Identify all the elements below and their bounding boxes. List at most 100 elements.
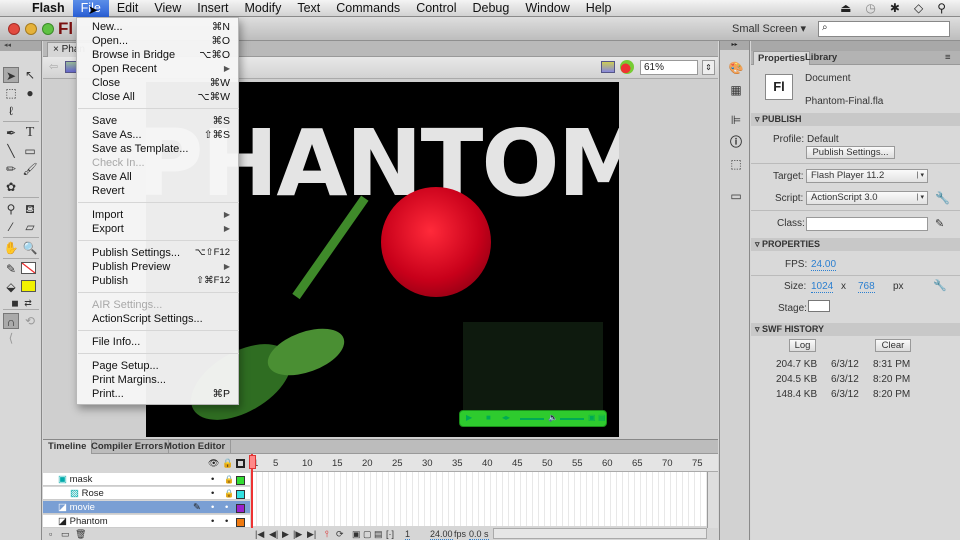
edit-scene-icon[interactable] — [601, 61, 615, 73]
current-frame-value[interactable]: 1 — [405, 529, 411, 540]
step-back-icon[interactable]: ◀| — [269, 529, 278, 540]
menu-item-save-as-template[interactable]: Save as Template... — [77, 142, 240, 156]
zoom-window-button[interactable] — [42, 23, 54, 35]
center-frame-icon[interactable]: ⫯ — [325, 529, 329, 540]
menu-item-open-recent[interactable]: Open Recent ▶ — [77, 62, 240, 76]
lock-all-icon[interactable]: 🔒 — [222, 458, 233, 469]
pencil-tool-icon[interactable]: ✏ — [3, 161, 19, 177]
frame-ruler[interactable]: 1 5 10 15 20 25 30 35 40 45 50 55 60 65 … — [251, 454, 718, 472]
components-panel-icon[interactable]: ▭ — [728, 189, 744, 203]
log-button[interactable]: Log — [789, 339, 816, 352]
timeline-vertical-scrollbar[interactable] — [707, 472, 718, 528]
layer-outline-color-swatch[interactable] — [236, 504, 245, 513]
video-controls-bar[interactable]: ▶ ■ ◂▸ 🔈 ▣ ▤ — [459, 410, 607, 427]
lock-icon[interactable]: 🔒 — [224, 473, 234, 486]
wifi-icon[interactable]: ◇ — [914, 1, 923, 15]
minimize-window-button[interactable] — [25, 23, 37, 35]
layer-outline-color-swatch[interactable] — [236, 518, 245, 527]
eyedropper-tool-icon[interactable]: ⁄ — [3, 219, 19, 235]
lock-dot[interactable]: • — [225, 501, 228, 514]
tab-timeline[interactable]: Timeline — [43, 440, 93, 454]
menu-edit[interactable]: Edit — [109, 0, 147, 17]
menu-text[interactable]: Text — [289, 0, 328, 17]
seek-bar[interactable] — [520, 418, 544, 420]
info-panel-icon[interactable]: ⓘ — [728, 135, 744, 149]
menu-item-browse-in-bridge[interactable]: Browse in Bridge ⌥⌘O — [77, 48, 240, 62]
playhead-handle[interactable] — [249, 455, 256, 469]
menu-view[interactable]: View — [146, 0, 189, 17]
lasso-tool-icon[interactable]: ℓ — [3, 103, 19, 119]
zoom-stepper-icon[interactable]: ⇕ — [702, 60, 715, 75]
visibility-dot[interactable]: • — [211, 473, 214, 486]
workspace-switcher[interactable]: Small Screen ▾ — [732, 22, 806, 35]
menu-item-print-margins[interactable]: Print Margins... — [77, 373, 240, 387]
menu-item-new[interactable]: New... ⌘N — [77, 20, 240, 34]
zoom-tool-icon[interactable]: 🔍 — [22, 240, 38, 256]
spotlight-icon[interactable]: ⚲ — [937, 1, 946, 15]
edit-symbols-icon[interactable] — [620, 60, 634, 74]
onion-skin-outlines-icon[interactable]: ▢ — [363, 529, 372, 540]
help-search-input[interactable]: ⌕ — [818, 21, 950, 37]
tab-library[interactable]: Library — [801, 51, 841, 65]
publish-section-header[interactable]: ▿ PUBLISH — [751, 113, 960, 126]
layer-row-selected[interactable]: ◪ movie ✎ • • — [43, 501, 250, 514]
video-player[interactable] — [463, 322, 603, 422]
edit-class-pencil-icon[interactable]: ✎ — [935, 217, 944, 230]
show-hide-all-eye-icon[interactable]: 👁 — [208, 458, 219, 469]
visibility-dot[interactable]: • — [211, 501, 214, 514]
fullscreen-icon[interactable]: ▣ — [588, 413, 596, 422]
menu-item-save-all[interactable]: Save All — [77, 170, 240, 184]
menu-item-publish-settings[interactable]: Publish Settings... ⌥⇧F12 — [77, 246, 240, 260]
publish-settings-button[interactable]: Publish Settings... — [806, 146, 895, 159]
swatches-panel-icon[interactable]: ▦ — [728, 83, 744, 97]
menu-item-save-as[interactable]: Save As... ⇧⌘S — [77, 128, 240, 142]
captions-icon[interactable]: ▤ — [598, 413, 606, 422]
loop-icon[interactable]: ⟳ — [336, 529, 344, 540]
new-layer-icon[interactable]: ▫ — [49, 529, 52, 539]
pen-tool-icon[interactable]: ✒ — [3, 125, 19, 141]
menu-item-close-all[interactable]: Close All ⌥⌘W — [77, 90, 240, 104]
volume-icon[interactable]: 🔈 — [548, 413, 558, 422]
first-frame-icon[interactable]: |◀ — [255, 529, 264, 540]
class-input[interactable] — [806, 217, 928, 231]
frames-grid[interactable] — [251, 472, 707, 526]
fps-value[interactable]: 24.00 — [811, 259, 837, 271]
layer-outline-color-swatch[interactable] — [236, 490, 245, 499]
layer-row[interactable]: ▣ mask • 🔒 — [43, 473, 250, 486]
panel-collapse-handle[interactable] — [751, 41, 960, 51]
text-tool-icon[interactable]: T — [22, 125, 38, 141]
menu-item-revert[interactable]: Revert — [77, 184, 240, 198]
menu-commands[interactable]: Commands — [328, 0, 408, 17]
stage-width-value[interactable]: 1024 — [811, 281, 834, 293]
tab-motion-editor[interactable]: Motion Editor — [159, 440, 232, 454]
align-panel-icon[interactable]: ⊫ — [728, 113, 744, 127]
lock-dot[interactable]: • — [225, 515, 228, 528]
paint-bucket-tool-icon[interactable]: ⛾ — [22, 201, 38, 217]
panel-menu-icon[interactable]: ≡ — [941, 51, 955, 65]
new-folder-icon[interactable]: ▭ — [61, 529, 70, 540]
stage-height-value[interactable]: 768 — [858, 281, 875, 293]
eject-icon[interactable]: ⏏ — [840, 1, 851, 15]
menu-control[interactable]: Control — [408, 0, 464, 17]
3d-rotation-tool-icon[interactable]: ● — [22, 85, 38, 101]
swf-history-section-header[interactable]: ▿ SWF HISTORY — [751, 323, 960, 336]
bone-tool-icon[interactable]: ⚲ — [3, 201, 19, 217]
menu-item-publish-preview[interactable]: Publish Preview ▶ — [77, 260, 240, 274]
properties-section-header[interactable]: ▿ PROPERTIES — [751, 238, 960, 251]
close-window-button[interactable] — [8, 23, 20, 35]
dock-collapse-handle[interactable]: ▸▸ — [720, 41, 749, 50]
onion-skin-icon[interactable]: ▣ — [352, 529, 361, 540]
layer-outline-color-swatch[interactable] — [236, 476, 245, 485]
panel-collapse-handle[interactable]: ◂◂ — [0, 41, 41, 51]
layer-row[interactable]: ▨ Rose • 🔒 — [43, 487, 250, 500]
play-icon[interactable]: ▶ — [282, 529, 289, 540]
menu-item-open[interactable]: Open... ⌘O — [77, 34, 240, 48]
menu-item-export[interactable]: Export ▶ — [77, 222, 240, 236]
stage-color-swatch[interactable] — [808, 300, 830, 312]
menu-help[interactable]: Help — [578, 0, 620, 17]
play-icon[interactable]: ▶ — [466, 413, 472, 422]
seek-icon[interactable]: ◂▸ — [502, 413, 510, 422]
menu-item-import[interactable]: Import ▶ — [77, 208, 240, 222]
transform-panel-icon[interactable]: ⬚ — [728, 157, 744, 171]
brush-tool-icon[interactable]: 🖌 — [22, 161, 38, 177]
